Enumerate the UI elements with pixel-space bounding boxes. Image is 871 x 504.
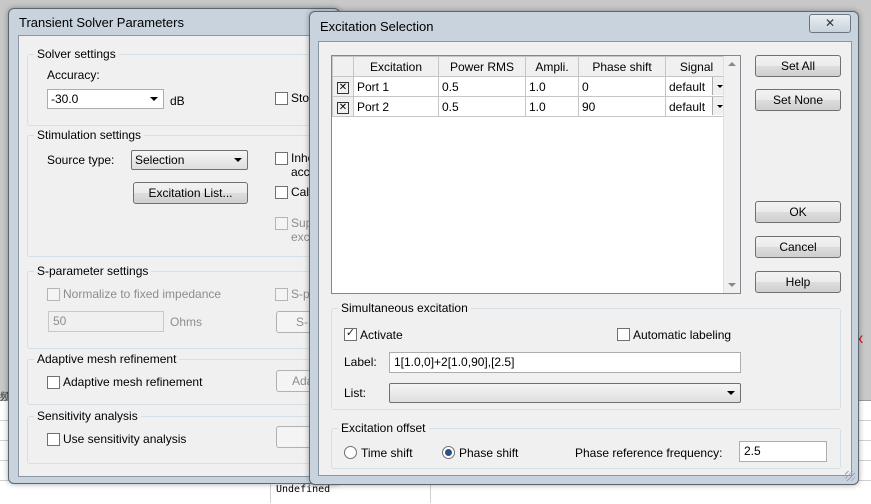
chevron-down-icon xyxy=(234,158,242,162)
source-type-combo[interactable]: Selection xyxy=(131,150,248,170)
cell-power-rms[interactable]: 0.5 xyxy=(438,76,526,97)
table-row: ✕ Port 2 0.5 1.0 90 default xyxy=(332,96,728,117)
normalize-label: Normalize to fixed impedance xyxy=(63,287,222,301)
signal-value: default xyxy=(669,79,706,94)
inhomogeneous-checkbox[interactable] xyxy=(275,152,288,165)
simultaneous-excitation-title: Simultaneous excitation xyxy=(338,301,471,315)
superimpose-checkbox[interactable] xyxy=(275,217,288,230)
adaptive-mesh-title: Adaptive mesh refinement xyxy=(34,352,180,366)
signal-value: default xyxy=(669,99,706,114)
activate-label: Activate xyxy=(360,328,403,342)
col-phase-shift[interactable]: Phase shift xyxy=(578,56,666,77)
sensitivity-label: Use sensitivity analysis xyxy=(63,432,187,446)
excitation-dialog-title: Excitation Selection xyxy=(320,19,434,34)
accuracy-unit: dB xyxy=(170,94,185,108)
excitation-list-button[interactable]: Excitation List... xyxy=(133,182,248,204)
source-type-value: Selection xyxy=(135,153,185,167)
sensitivity-checkbox[interactable] xyxy=(47,433,60,446)
col-amplitude[interactable]: Ampli. xyxy=(525,56,579,77)
chevron-down-icon xyxy=(150,97,158,101)
list-combo[interactable] xyxy=(389,383,741,403)
phase-shift-label: Phase shift xyxy=(459,446,519,460)
cancel-button[interactable]: Cancel xyxy=(755,236,841,258)
row-checkbox[interactable]: ✕ xyxy=(332,96,354,117)
cell-signal[interactable]: default xyxy=(665,76,728,97)
accuracy-label: Accuracy: xyxy=(47,68,100,82)
transient-solver-dialog: Transient Solver Parameters Solver setti… xyxy=(8,8,349,484)
label-input[interactable]: 1[1.0,0]+2[1.0,90],[2.5] xyxy=(389,352,741,373)
cell-phase-shift[interactable]: 90 xyxy=(578,96,666,117)
chevron-down-icon xyxy=(727,391,735,395)
automatic-labeling-label: Automatic labeling xyxy=(633,328,732,342)
stop-criteria-label: Sto xyxy=(291,91,310,105)
automatic-labeling-checkbox[interactable] xyxy=(617,328,630,341)
impedance-unit: Ohms xyxy=(170,315,203,329)
cell-phase-shift[interactable]: 0 xyxy=(578,76,666,97)
table-header-row: Excitation Power RMS Ampli. Phase shift … xyxy=(332,56,728,77)
scroll-down-icon[interactable] xyxy=(728,283,736,287)
source-type-label: Source type: xyxy=(47,153,115,167)
normalize-checkbox[interactable] xyxy=(47,288,60,301)
sparameter-settings-title: S-parameter settings xyxy=(34,264,152,278)
table-corner xyxy=(332,56,354,77)
phase-shift-radio[interactable] xyxy=(442,446,455,459)
cell-excitation[interactable]: Port 2 xyxy=(353,96,439,117)
time-shift-label: Time shift xyxy=(361,446,413,460)
sparam-checkbox[interactable] xyxy=(275,288,288,301)
table-row: ✕ Port 1 0.5 1.0 0 default xyxy=(332,76,728,97)
list-label: List: xyxy=(344,386,367,400)
time-shift-radio[interactable] xyxy=(344,446,357,459)
row-checkbox[interactable]: ✕ xyxy=(332,76,354,97)
adaptive-mesh-checkbox[interactable] xyxy=(47,376,60,389)
resize-grip-icon[interactable] xyxy=(845,471,855,481)
solver-settings-title: Solver settings xyxy=(34,47,119,61)
cell-amplitude[interactable]: 1.0 xyxy=(525,96,579,117)
sensitivity-title: Sensitivity analysis xyxy=(34,409,141,423)
background-cell-text: Undefined xyxy=(276,484,331,495)
stimulation-settings-title: Stimulation settings xyxy=(34,128,145,142)
accuracy-combo[interactable]: -30.0 xyxy=(47,89,164,109)
excitation-offset-title: Excitation offset xyxy=(338,421,429,435)
ok-button[interactable]: OK xyxy=(755,201,841,223)
sparameter-settings-group: S-parameter settings xyxy=(27,264,349,349)
scroll-up-icon[interactable] xyxy=(728,62,736,66)
excitation-selection-dialog: Excitation Selection ✕ Excitation Power … xyxy=(309,11,859,485)
excitation-table: Excitation Power RMS Ampli. Phase shift … xyxy=(331,55,741,294)
transient-dialog-title: Transient Solver Parameters xyxy=(19,15,184,30)
adaptive-mesh-label: Adaptive mesh refinement xyxy=(63,375,203,389)
cell-signal[interactable]: default xyxy=(665,96,728,117)
cell-excitation[interactable]: Port 1 xyxy=(353,76,439,97)
col-power-rms[interactable]: Power RMS xyxy=(438,56,526,77)
label-label: Label: xyxy=(344,355,377,369)
excitation-dialog-body: Excitation Power RMS Ampli. Phase shift … xyxy=(318,41,852,476)
transient-dialog-body: Solver settings Accuracy: -30.0 dB Sto S… xyxy=(18,35,349,477)
cell-power-rms[interactable]: 0.5 xyxy=(438,96,526,117)
phase-reference-frequency-input[interactable]: 2.5 xyxy=(739,441,827,462)
calculate-checkbox[interactable] xyxy=(275,186,288,199)
table-scrollbar[interactable] xyxy=(723,56,740,293)
phase-reference-frequency-label: Phase reference frequency: xyxy=(575,446,723,460)
checkbox-x-icon: ✕ xyxy=(337,82,349,94)
set-none-button[interactable]: Set None xyxy=(755,89,841,111)
accuracy-value: -30.0 xyxy=(51,92,79,106)
activate-checkbox[interactable] xyxy=(344,328,357,341)
cell-amplitude[interactable]: 1.0 xyxy=(525,76,579,97)
close-icon: ✕ xyxy=(824,16,836,30)
help-button[interactable]: Help xyxy=(755,271,841,293)
col-signal[interactable]: Signal xyxy=(665,56,728,77)
impedance-input[interactable]: 50 xyxy=(48,311,164,332)
col-excitation[interactable]: Excitation xyxy=(353,56,439,77)
checkbox-x-icon: ✕ xyxy=(337,102,349,114)
set-all-button[interactable]: Set All xyxy=(755,55,841,77)
close-button[interactable]: ✕ xyxy=(809,14,851,33)
stop-criteria-checkbox[interactable] xyxy=(275,92,288,105)
